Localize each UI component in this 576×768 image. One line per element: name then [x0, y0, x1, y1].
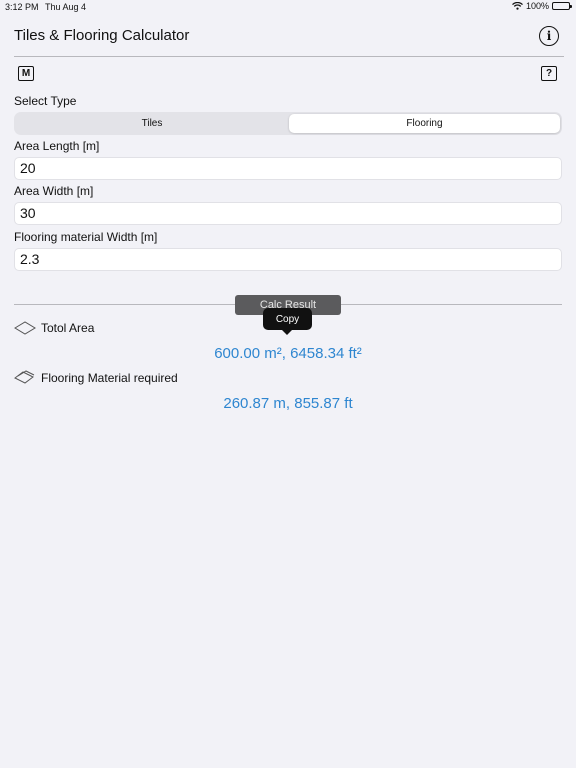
memory-button[interactable]: M — [18, 66, 34, 81]
status-bar: 3:12 PM Thu Aug 4 100% — [0, 0, 576, 14]
total-area-value[interactable]: 600.00 m², 6458.34 ft² — [0, 345, 576, 362]
material-width-label: Flooring material Width [m] — [14, 230, 158, 244]
screen: 3:12 PM Thu Aug 4 100% Tiles & Flooring … — [0, 0, 576, 768]
nav-divider — [14, 56, 564, 57]
status-right: 100% — [512, 1, 572, 11]
flooring-material-label: Flooring Material required — [41, 371, 178, 385]
area-diamond-icon — [14, 321, 36, 335]
status-time: 3:12 PM — [5, 2, 39, 12]
flooring-layers-icon — [14, 370, 35, 384]
flooring-material-value[interactable]: 260.87 m, 855.87 ft — [0, 395, 576, 412]
area-width-label: Area Width [m] — [14, 184, 94, 198]
battery-icon — [552, 2, 572, 10]
type-segmented-control: Tiles Flooring — [14, 112, 562, 135]
area-length-label: Area Length [m] — [14, 139, 100, 153]
material-width-input[interactable] — [14, 248, 562, 271]
wifi-icon — [512, 2, 523, 10]
status-date: Thu Aug 4 — [45, 2, 87, 12]
page-title: Tiles & Flooring Calculator — [14, 27, 190, 44]
copy-tooltip[interactable]: Copy — [263, 308, 312, 335]
help-button[interactable]: ? — [541, 66, 557, 81]
segment-flooring[interactable]: Flooring — [289, 114, 560, 133]
segment-tiles[interactable]: Tiles — [16, 114, 288, 133]
area-length-input[interactable] — [14, 157, 562, 180]
area-width-input[interactable] — [14, 202, 562, 225]
select-type-label: Select Type — [14, 94, 77, 108]
total-area-label: Totol Area — [41, 321, 95, 335]
battery-percent: 100% — [525, 1, 549, 11]
info-icon[interactable]: i — [539, 26, 559, 46]
